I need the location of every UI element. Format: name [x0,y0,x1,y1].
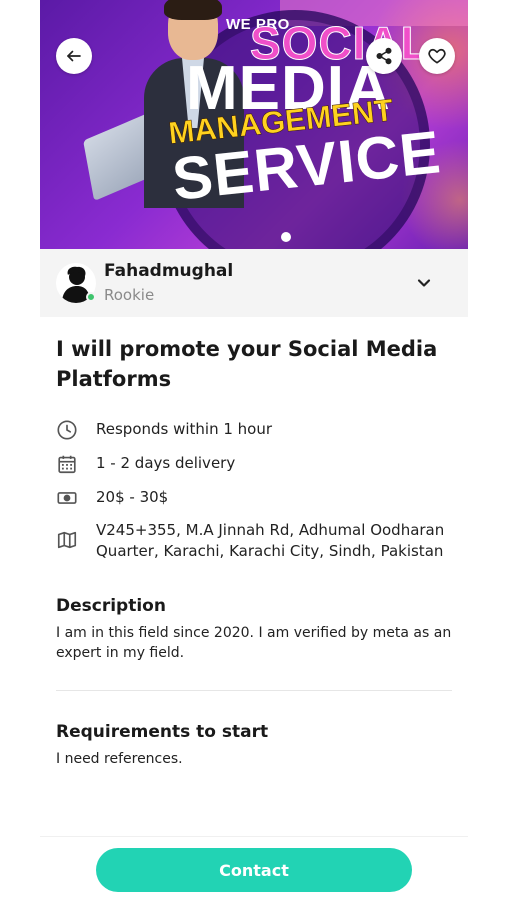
share-button[interactable] [366,38,402,74]
online-status-dot [86,292,96,302]
requirements-heading: Requirements to start [56,722,269,742]
seller-row[interactable]: Fahadmughal Rookie [40,249,468,317]
location-line-1: V245+355, M.A Jinnah Rd, Adhumal Oodhara… [96,521,445,539]
delivery-text: 1 - 2 days delivery [96,454,236,472]
section-divider [56,690,452,691]
requirements-body: I need references. [56,751,183,767]
share-icon [376,47,392,65]
location-row[interactable]: V245+355, M.A Jinnah Rd, Adhumal Oodhara… [56,520,476,562]
heart-icon [428,48,446,64]
price-range-text: 20$ - 30$ [96,488,169,506]
carousel-indicator-dot[interactable] [281,232,291,242]
person-hair-illustration [164,0,222,20]
location-text[interactable]: V245+355, M.A Jinnah Rd, Adhumal Oodhara… [96,520,444,562]
map-icon [57,531,77,549]
location-line-2: Quarter, Karachi, Karachi City, Sindh, P… [96,542,444,560]
chevron-down-icon[interactable] [414,273,434,293]
price-row: 20$ - 30$ [56,487,476,509]
seller-name[interactable]: Fahadmughal [104,261,233,281]
description-heading: Description [56,596,166,616]
response-time-text: Responds within 1 hour [96,420,273,438]
seller-level: Rookie [104,286,155,304]
favorite-button[interactable] [419,38,455,74]
clock-icon [57,420,77,440]
bottom-bar-divider [40,836,468,837]
delivery-row: 1 - 2 days delivery [56,453,476,475]
money-icon [57,492,77,504]
gig-title: I will promote your Social Media Platfor… [56,337,438,391]
gig-detail-screen: WE PRO SOCIAL MEDIA MANAGEMENT SERVICE F… [40,0,468,900]
contact-button[interactable]: Contact [96,848,412,892]
response-time-row: Responds within 1 hour [56,419,476,441]
gig-banner-image[interactable]: WE PRO SOCIAL MEDIA MANAGEMENT SERVICE [40,0,468,249]
back-button[interactable] [56,38,92,74]
description-body: I am in this field since 2020. I am veri… [56,625,452,661]
arrow-left-icon [67,50,81,62]
calendar-icon [58,455,76,474]
